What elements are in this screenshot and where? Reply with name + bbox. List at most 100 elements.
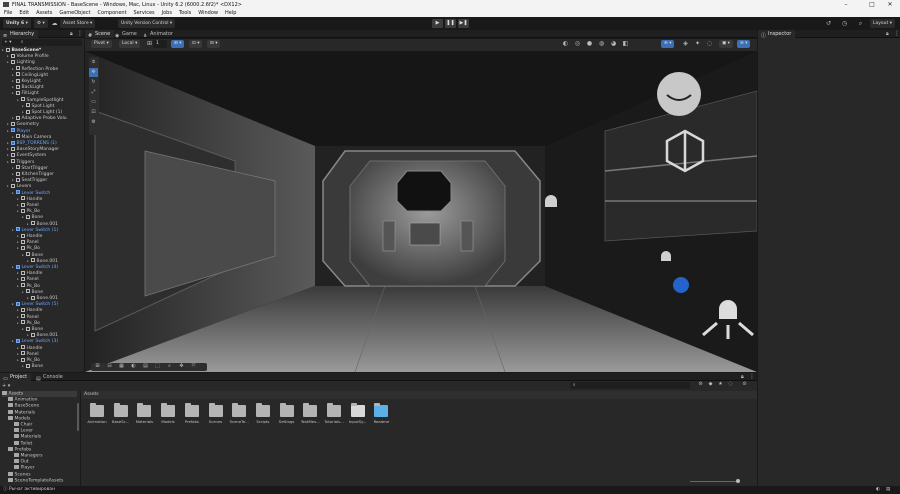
lock-icon[interactable]: 🔒︎ xyxy=(886,31,889,37)
menu-tools[interactable]: Tools xyxy=(179,9,191,17)
menu-file[interactable]: File xyxy=(4,9,12,17)
version-control-button[interactable]: Unity Version Control ▾ xyxy=(118,19,176,28)
tab-hierarchy[interactable]: ≡ Hierarchy xyxy=(0,30,39,39)
asset-item[interactable]: SceneTe... xyxy=(228,403,250,424)
hierarchy-search[interactable]: + ▾ ⌕ xyxy=(2,39,82,46)
project-tree-item[interactable]: SceneTemplateAssets xyxy=(8,477,63,484)
menu-gameobject[interactable]: GameObject xyxy=(59,9,90,17)
console-icon[interactable]: ▤ xyxy=(886,486,890,494)
asset-item[interactable]: Tutorials... xyxy=(323,403,345,424)
scene-view[interactable]: ✋︎ ✥ ↻ ⤢ ▭ ⊡ ⚙ ⊞ ⊟ ▦ ◐ ▤ ⬚ ⌕ ✥ ⤧ xyxy=(85,51,757,372)
pause-button[interactable]: ❚❚ xyxy=(445,19,456,28)
layout-dropdown[interactable]: Layout ▾ xyxy=(870,19,896,28)
maximize-button[interactable]: □ xyxy=(862,1,882,8)
menu-component[interactable]: Component xyxy=(98,9,127,17)
overlay-tool-1-icon[interactable]: ⊞ xyxy=(93,362,102,371)
asset-item[interactable]: Readme xyxy=(370,403,392,424)
more-menu-icon[interactable]: ⋮ xyxy=(894,30,900,37)
overlay-icon[interactable]: ◐ xyxy=(561,39,570,48)
tab-inspector[interactable]: ⓘ Inspector xyxy=(758,30,796,39)
move-tool-icon[interactable]: ✥ xyxy=(89,68,98,77)
draw-mode-icon[interactable]: ◧ xyxy=(621,39,630,48)
render-mode-icon[interactable]: ◕ xyxy=(609,39,618,48)
overlay-tool-6-icon[interactable]: ⬚ xyxy=(153,362,162,371)
tree-scrollbar[interactable] xyxy=(77,403,79,431)
asset-item[interactable]: Models xyxy=(157,403,179,424)
asset-item[interactable]: Scenes xyxy=(205,403,227,424)
cloud-icon[interactable]: ☁ xyxy=(50,19,59,28)
menu-jobs[interactable]: Jobs xyxy=(162,9,172,17)
rotate-tool-icon[interactable]: ↻ xyxy=(89,78,98,87)
audio-icon[interactable]: ◈ xyxy=(681,39,690,48)
filter-icon[interactable]: ⊜ xyxy=(696,380,705,389)
space-dropdown[interactable]: Local ▾ xyxy=(119,40,141,48)
label-icon[interactable]: ◆ xyxy=(706,380,715,389)
tab-animator[interactable]: ⋔ Animator xyxy=(140,30,177,39)
overlay-search-icon[interactable]: ⌕ xyxy=(165,362,174,371)
zoom-slider[interactable] xyxy=(690,481,738,482)
rect-tool-icon[interactable]: ▭ xyxy=(89,98,98,107)
menu-help[interactable]: Help xyxy=(225,9,236,17)
more-menu-icon[interactable]: ⋮ xyxy=(77,30,83,37)
menu-assets[interactable]: Assets xyxy=(36,9,52,17)
hierarchy-item[interactable]: ▸ Bone xyxy=(22,363,43,369)
hand-tool-icon[interactable]: ✋︎ xyxy=(89,58,98,67)
hidden-objects-icon[interactable]: ◌ xyxy=(705,39,714,48)
tab-project[interactable]: ▭ Project xyxy=(0,373,32,382)
account-button[interactable]: Unity 6 ▾ xyxy=(3,19,31,28)
asset-store-button[interactable]: Asset Store ▾ xyxy=(60,19,96,28)
minimize-button[interactable]: – xyxy=(836,1,856,8)
asset-item[interactable]: Settings xyxy=(276,403,298,424)
settings-dropdown[interactable]: ⚙ ▾ xyxy=(34,19,48,28)
overlay-tool-9-icon[interactable]: ⤧ xyxy=(189,362,198,371)
asset-item[interactable]: Scripts xyxy=(252,403,274,424)
menu-edit[interactable]: Edit xyxy=(19,9,29,17)
overlay-tool-4-icon[interactable]: ◐ xyxy=(129,362,138,371)
shaded-icon[interactable]: ● xyxy=(585,39,594,48)
project-search[interactable]: ⌕ xyxy=(570,382,690,389)
grid-size-field[interactable]: 1 xyxy=(153,40,167,48)
light-gizmo[interactable] xyxy=(657,72,701,116)
asset-item[interactable]: Animation xyxy=(86,403,108,424)
lit-icon[interactable]: ◍ xyxy=(597,39,606,48)
lock-icon[interactable]: 🔒︎ xyxy=(70,31,73,37)
scale-tool-icon[interactable]: ⤢ xyxy=(89,88,98,97)
step-button[interactable]: ▶❚ xyxy=(458,19,469,28)
progress-icon[interactable]: ◐ xyxy=(876,486,880,494)
menu-services[interactable]: Services xyxy=(134,9,155,17)
asset-item[interactable]: Prefabs xyxy=(181,403,203,424)
overlay-tool-5-icon[interactable]: ▤ xyxy=(141,362,150,371)
visibility-icon[interactable]: ⊘ xyxy=(740,380,749,389)
pivot-dropdown[interactable]: Pivot ▾ xyxy=(91,40,112,48)
spotlight-gizmo[interactable] xyxy=(719,300,737,319)
asset-item[interactable]: Materials xyxy=(133,403,155,424)
wireframe-icon[interactable]: ◎ xyxy=(573,39,582,48)
more-menu-icon[interactable]: ⋮ xyxy=(749,373,755,380)
undo-history-icon[interactable]: ↺ xyxy=(824,19,833,28)
gizmos-toggle[interactable]: ⊛ ▾ xyxy=(737,40,751,48)
favorite-icon[interactable]: ★ xyxy=(716,380,725,389)
transform-tool-icon[interactable]: ⊡ xyxy=(89,108,98,117)
camera-settings[interactable]: ▣ ▾ xyxy=(719,40,733,48)
asset-item[interactable]: TextMes... xyxy=(299,403,321,424)
create-button[interactable]: + ▾ xyxy=(2,383,10,389)
overlay-tool-2-icon[interactable]: ⊟ xyxy=(105,362,114,371)
menu-window[interactable]: Window xyxy=(198,9,218,17)
view-options[interactable]: ⊟ ▾ xyxy=(207,40,221,48)
hidden-packages-icon[interactable]: ◌ xyxy=(726,380,735,389)
history-icon[interactable]: ◷ xyxy=(840,19,849,28)
custom-tool-icon[interactable]: ⚙ xyxy=(89,118,98,127)
zoom-slider-handle[interactable] xyxy=(736,479,740,483)
search-icon[interactable]: ⌕ xyxy=(856,19,865,28)
play-button[interactable]: ▶ xyxy=(432,19,443,28)
grid-toggle[interactable]: ⊞ ▾ xyxy=(171,40,185,48)
tab-console[interactable]: ▤ Console xyxy=(33,373,67,382)
tab-scene[interactable]: # Scene xyxy=(85,30,115,39)
tab-game[interactable]: ◉ Game xyxy=(112,30,141,39)
asset-item[interactable]: InputSy... xyxy=(347,403,369,424)
overlay-tool-3-icon[interactable]: ▦ xyxy=(117,362,126,371)
effects-icon[interactable]: ✦ xyxy=(693,39,702,48)
asset-item[interactable]: BaseSc... xyxy=(110,403,132,424)
snap-settings[interactable]: ⊡ ▾ xyxy=(189,40,203,48)
2d-toggle[interactable]: ⊕ ▾ xyxy=(661,40,675,48)
